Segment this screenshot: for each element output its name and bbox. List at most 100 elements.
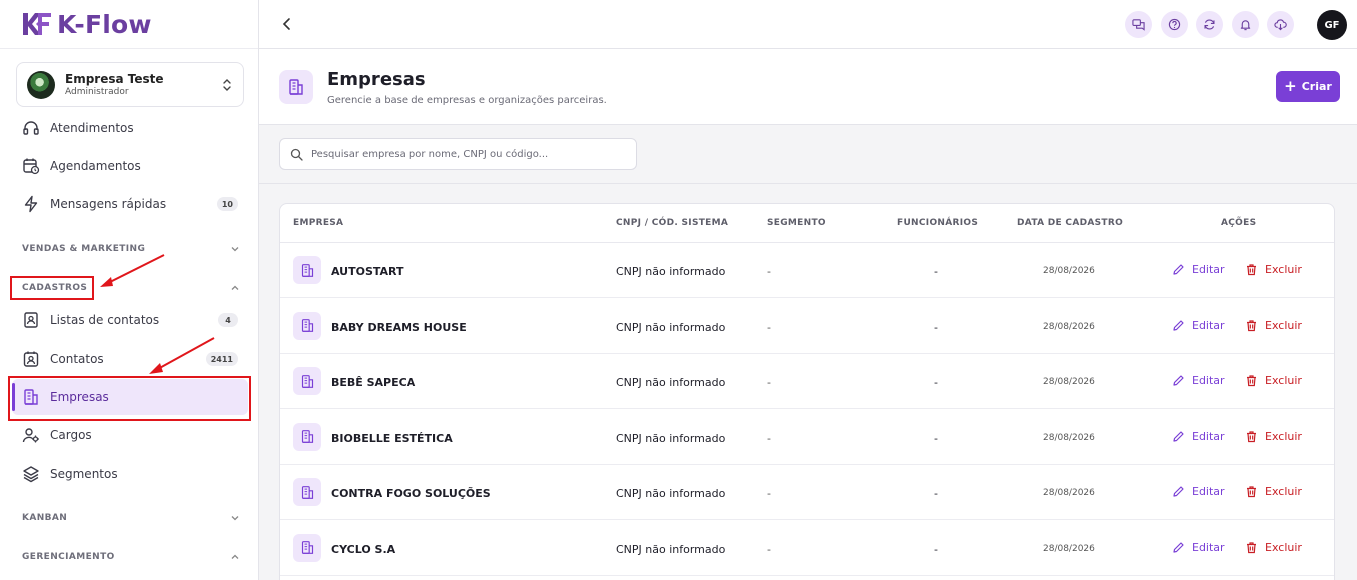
section-label: KANBAN (22, 513, 68, 523)
edit-button[interactable]: Editar (1172, 374, 1225, 387)
date-cell: 28/08/2026 (1043, 266, 1095, 276)
topbar: GF (259, 0, 1357, 49)
column-header-segmento[interactable]: SEGMENTO (767, 218, 826, 228)
count-badge: 4 (218, 313, 238, 327)
table-row[interactable]: BABY DREAMS HOUSE CNPJ não informado - -… (280, 299, 1334, 354)
chevron-left-icon[interactable] (279, 15, 295, 33)
edit-button[interactable]: Editar (1172, 319, 1225, 332)
delete-button[interactable]: Excluir (1245, 541, 1302, 554)
delete-button[interactable]: Excluir (1245, 263, 1302, 276)
company-icon (293, 256, 321, 284)
refresh-button[interactable] (1196, 11, 1223, 38)
help-button[interactable] (1161, 11, 1188, 38)
column-header-funcionarios[interactable]: FUNCIONÁRIOS (897, 218, 978, 228)
user-avatar[interactable]: GF (1317, 10, 1347, 40)
nav-label: Listas de contatos (50, 313, 160, 327)
company-icon (293, 478, 321, 506)
table-row[interactable]: AUTOSTART CNPJ não informado - - 28/08/2… (280, 243, 1334, 298)
delete-button[interactable]: Excluir (1245, 374, 1302, 387)
delete-label: Excluir (1265, 540, 1302, 554)
bell-icon (1240, 20, 1251, 31)
date-cell: 28/08/2026 (1043, 488, 1095, 498)
company-switcher[interactable]: Empresa Teste Administrador (16, 62, 244, 107)
company-name-cell: CONTRA FOGO SOLUÇÕES (331, 487, 491, 500)
section-kanban[interactable]: KANBAN (22, 510, 240, 526)
delete-label: Excluir (1265, 318, 1302, 332)
nav-label: Atendimentos (50, 121, 134, 135)
pencil-icon (1173, 319, 1184, 331)
table-row[interactable]: BIOBELLE ESTÉTICA CNPJ não informado - -… (280, 410, 1334, 465)
edit-button[interactable]: Editar (1172, 485, 1225, 498)
nav-label: Mensagens rápidas (50, 197, 167, 211)
column-header-cnpj[interactable]: CNPJ / CÓD. SISTEMA (616, 218, 728, 228)
delete-button[interactable]: Excluir (1245, 485, 1302, 498)
table-row[interactable]: BEBÊ SAPECA CNPJ não informado - - 28/08… (280, 354, 1334, 409)
nav-label: Segmentos (50, 467, 118, 481)
trash-icon (1247, 375, 1256, 387)
layers-icon (23, 466, 39, 483)
segment-cell: - (767, 487, 771, 500)
highlight-box-cadastros (10, 276, 94, 300)
column-header-empresa[interactable]: EMPRESA (293, 218, 343, 228)
nav-item-cargos[interactable]: Cargos (16, 417, 244, 453)
search-input[interactable] (311, 148, 631, 160)
company-name-cell: BABY DREAMS HOUSE (331, 320, 467, 334)
building-icon (301, 430, 313, 443)
company-icon (293, 533, 321, 562)
table-row[interactable]: CYCLO S.A CNPJ não informado - - 28/08/2… (280, 521, 1334, 576)
building-icon (301, 263, 313, 277)
delete-button[interactable]: Excluir (1245, 430, 1302, 443)
employees-cell: - (934, 487, 938, 500)
chat-icon (1132, 19, 1145, 31)
nav-item-mensagens-rapidas[interactable]: Mensagens rápidas 10 (16, 186, 244, 222)
nav-item-listas-de-contatos[interactable]: Listas de contatos 4 (16, 302, 244, 338)
nav-label: Contatos (50, 352, 104, 366)
building-icon (301, 541, 313, 554)
trash-icon (1247, 541, 1256, 553)
delete-label: Excluir (1265, 374, 1302, 387)
trash-icon (1247, 319, 1256, 331)
download-button[interactable] (1267, 11, 1294, 38)
building-icon (289, 79, 303, 95)
plus-icon: + (1284, 77, 1297, 95)
segment-cell: - (767, 376, 771, 389)
column-header-data[interactable]: DATA DE CADASTRO (1017, 218, 1123, 228)
segment-cell: - (767, 542, 771, 556)
nav-item-agendamentos[interactable]: Agendamentos (16, 148, 244, 184)
notifications-button[interactable] (1232, 11, 1259, 38)
edit-button[interactable]: Editar (1172, 541, 1225, 554)
date-cell: 28/08/2026 (1043, 543, 1095, 554)
page-subtitle: Gerencie a base de empresas e organizaçõ… (327, 95, 607, 106)
create-button[interactable]: + Criar (1276, 71, 1340, 102)
cnpj-cell: CNPJ não informado (616, 376, 726, 389)
chat-button[interactable] (1125, 11, 1152, 38)
edit-button[interactable]: Editar (1172, 263, 1225, 276)
segment-cell: - (767, 320, 771, 334)
nav-item-atendimentos[interactable]: Atendimentos (16, 110, 244, 146)
delete-label: Excluir (1265, 263, 1302, 276)
search-icon (290, 148, 303, 161)
calendar-clock-icon (23, 158, 40, 175)
delete-button[interactable]: Excluir (1245, 319, 1302, 332)
section-label: GERENCIAMENTO (22, 552, 115, 562)
cnpj-cell: CNPJ não informado (616, 431, 726, 445)
cnpj-cell: CNPJ não informado (616, 320, 726, 334)
company-icon (293, 422, 321, 451)
logo[interactable]: K-Flow (0, 0, 258, 49)
table-row[interactable]: CONTRA FOGO SOLUÇÕES CNPJ não informado … (280, 465, 1334, 520)
lightning-icon (24, 195, 38, 213)
pencil-icon (1173, 486, 1184, 497)
trash-icon (1247, 264, 1256, 276)
building-icon (301, 485, 313, 499)
nav-label: Agendamentos (50, 159, 141, 173)
employees-cell: - (934, 320, 938, 334)
brand-name: K-Flow (57, 9, 152, 39)
segment-cell: - (767, 265, 771, 278)
building-icon (301, 374, 313, 388)
edit-button[interactable]: Editar (1172, 430, 1225, 443)
company-icon (293, 311, 321, 340)
date-cell: 28/08/2026 (1043, 377, 1095, 387)
nav-item-segmentos[interactable]: Segmentos (16, 456, 244, 492)
section-gerenciamento[interactable]: GERENCIAMENTO (22, 549, 240, 565)
company-avatar (27, 70, 55, 99)
